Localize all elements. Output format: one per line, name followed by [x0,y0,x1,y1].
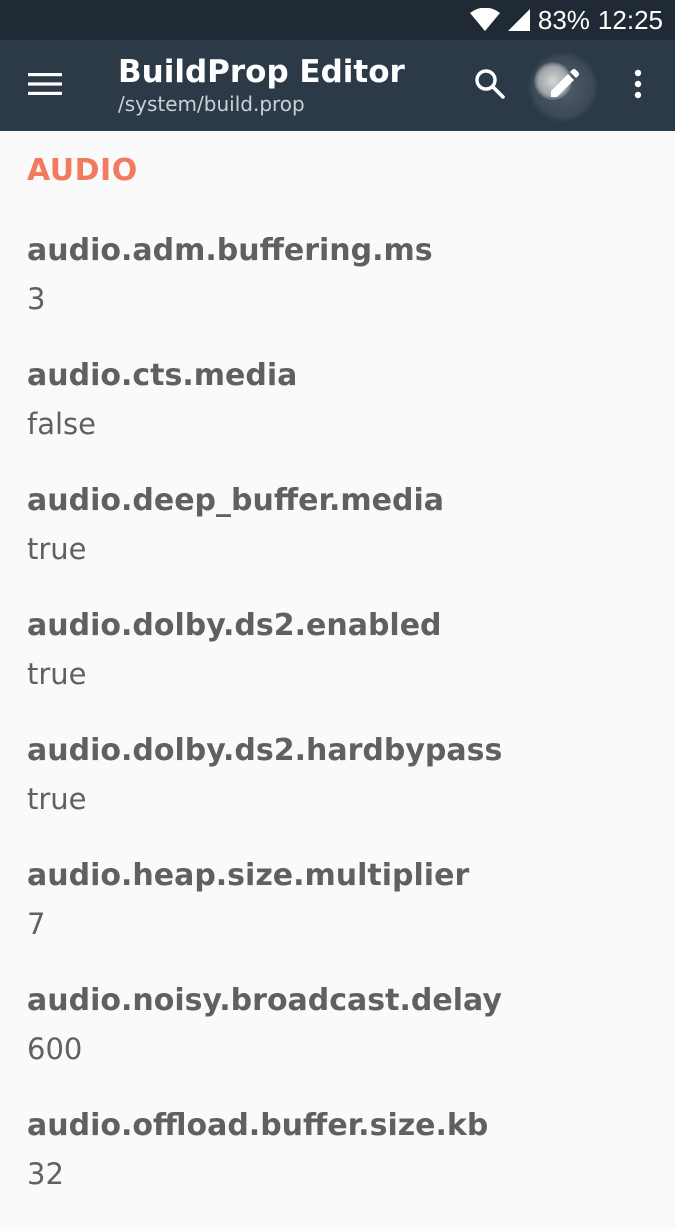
overflow-menu-button[interactable] [624,64,652,108]
list-item[interactable]: audio.offload.buffer.size.kb 32 [27,1104,657,1229]
prop-key: audio.noisy.broadcast.delay [27,983,502,1018]
prop-key: audio.deep_buffer.media [27,483,445,518]
menu-button[interactable] [22,66,68,106]
list-item[interactable]: audio.deep_buffer.media true [27,479,657,604]
prop-key: audio.heap.size.multiplier [27,858,470,893]
prop-value: true [27,657,87,691]
edit-button[interactable] [528,52,598,122]
section-header-audio: AUDIO [27,153,138,188]
edit-icon [547,69,579,105]
prop-key: audio.cts.media [27,358,298,393]
list-item[interactable]: audio.dolby.ds2.enabled true [27,604,657,729]
status-bar: 83% 12:25 [0,0,675,40]
list-item[interactable]: audio.noisy.broadcast.delay 600 [27,979,657,1104]
search-icon [474,68,506,104]
file-path: /system/build.prop [118,92,305,116]
more-vert-icon [634,69,642,103]
wifi-icon [469,8,500,32]
search-button[interactable] [470,64,510,108]
cell-signal-icon [507,8,530,32]
battery-percentage: 83% [537,4,590,35]
app-title: BuildProp Editor [118,54,405,90]
prop-value: 600 [27,1032,83,1066]
prop-value: 7 [27,907,46,941]
prop-value: true [27,532,87,566]
prop-value: 32 [27,1157,64,1191]
prop-value: 3 [27,282,46,316]
list-item[interactable]: audio.heap.size.multiplier 7 [27,854,657,979]
list-item[interactable]: audio.cts.media false [27,354,657,479]
title-block: BuildProp Editor /system/build.prop [118,54,405,118]
prop-key: audio.adm.buffering.ms [27,233,433,268]
prop-value: false [27,407,96,441]
list-item[interactable]: audio.dolby.ds2.hardbypass true [27,729,657,854]
prop-key: audio.offload.buffer.size.kb [27,1108,489,1143]
clock: 12:25 [597,4,663,35]
prop-key: audio.dolby.ds2.enabled [27,608,442,643]
list-item[interactable]: audio.adm.buffering.ms 3 [27,229,657,354]
prop-key: audio.dolby.ds2.hardbypass [27,733,503,768]
app-toolbar: BuildProp Editor /system/build.prop [0,40,675,131]
prop-list: audio.adm.buffering.ms 3 audio.cts.media… [27,229,657,1229]
menu-icon [28,72,62,100]
prop-value: true [27,782,87,816]
